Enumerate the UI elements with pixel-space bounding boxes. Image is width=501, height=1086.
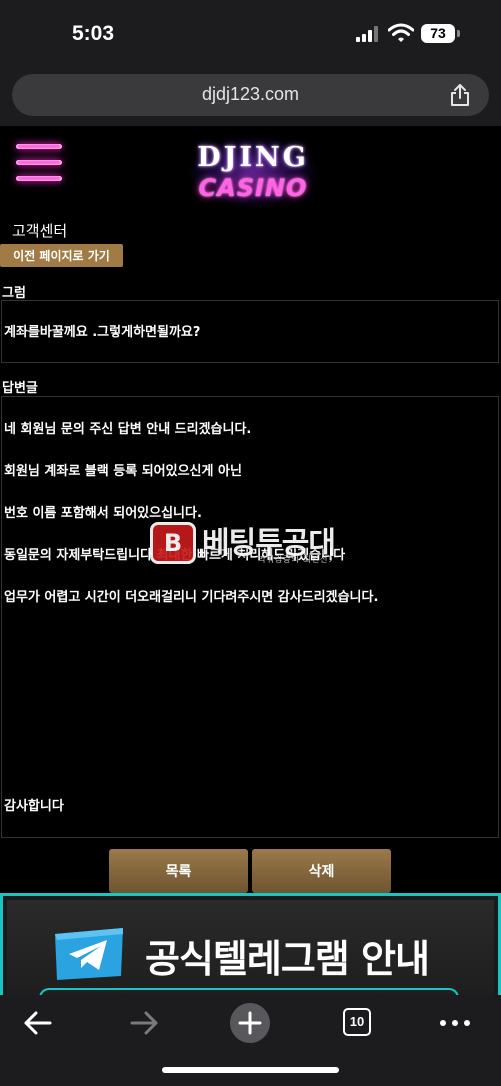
site-header: DJING CASINO xyxy=(0,126,501,216)
banner-text: 공식텔레그램 안내 xyxy=(145,937,430,981)
answer-label: 답변글 xyxy=(2,381,38,396)
watermark-subtitle: 먹튀검증의 최전선! xyxy=(258,555,333,564)
url-bar[interactable]: djdj123.com xyxy=(12,74,489,116)
question-text: 계좌를바꿀께요 .그렇게하면될까요? xyxy=(4,325,201,340)
back-arrow-icon[interactable] xyxy=(16,1003,60,1043)
status-bar: 5:03 73 xyxy=(0,0,501,64)
hamburger-menu-icon[interactable] xyxy=(16,144,62,184)
browser-top-bar: djdj123.com xyxy=(0,64,501,126)
question-label: 그럼 xyxy=(2,286,26,301)
delete-button[interactable]: 삭제 xyxy=(252,849,391,893)
banner-inner: 공식텔레그램 안내 xyxy=(7,900,494,998)
battery-cap xyxy=(457,30,460,37)
status-time: 5:03 xyxy=(72,22,115,45)
tabs-count-icon: 10 xyxy=(343,1008,371,1036)
share-icon[interactable] xyxy=(449,83,471,107)
cellular-signal-icon xyxy=(356,26,380,42)
browser-toolbar: 10 xyxy=(0,995,501,1086)
logo-line2: CASINO xyxy=(198,174,308,202)
battery-icon: 73 xyxy=(421,24,455,43)
answer-line: 네 회원님 문의 주신 답변 안내 드리겠습니다. xyxy=(4,422,252,437)
new-tab-icon[interactable] xyxy=(228,1003,272,1043)
more-menu-icon[interactable] xyxy=(433,1003,477,1043)
forward-arrow-icon[interactable] xyxy=(122,1003,166,1043)
url-text: djdj123.com xyxy=(201,84,300,104)
list-button[interactable]: 목록 xyxy=(109,849,248,893)
answer-line: 회원님 계좌로 블랙 등록 되어있으신게 아닌 xyxy=(4,464,242,479)
wifi-icon xyxy=(388,23,414,42)
answer-box: 네 회원님 문의 주신 답변 안내 드리겠습니다. 회원님 계좌로 블랙 등록 … xyxy=(1,396,499,838)
page-title: 고객센터 xyxy=(12,222,68,240)
telegram-icon xyxy=(55,928,123,980)
telegram-banner[interactable]: 공식텔레그램 안내 xyxy=(0,893,501,998)
question-box: 계좌를바꿀께요 .그렇게하면될까요? xyxy=(1,300,499,363)
logo-line1: DJING xyxy=(197,142,309,173)
answer-line: 업무가 어렵고 시간이 더오래걸리니 기다려주시면 감사드리겠습니다. xyxy=(4,590,379,605)
watermark-logo: B 베팅투공대 먹튀검증의 최전선! xyxy=(150,518,355,566)
tabs-button[interactable]: 10 xyxy=(335,1003,379,1043)
answer-closing: 감사합니다 xyxy=(4,799,64,814)
back-button[interactable]: 이전 페이지로 가기 xyxy=(0,244,123,267)
home-indicator xyxy=(162,1067,339,1073)
site-logo[interactable]: DJING CASINO xyxy=(178,132,328,212)
watermark-badge-icon: B xyxy=(150,522,196,564)
